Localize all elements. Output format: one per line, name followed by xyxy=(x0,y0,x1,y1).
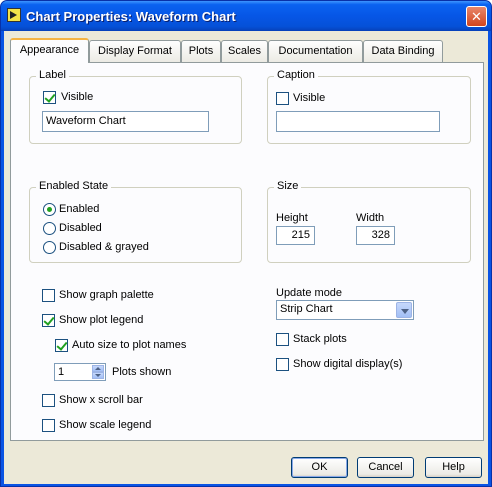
update-mode-select[interactable]: Strip Chart xyxy=(276,300,414,320)
spinner-up-icon[interactable] xyxy=(92,365,104,372)
auto-size-checkbox[interactable] xyxy=(55,339,68,352)
spinner-down-icon[interactable] xyxy=(92,372,104,379)
cancel-button[interactable]: Cancel xyxy=(357,457,414,478)
stack-plots-checkbox[interactable] xyxy=(276,333,289,346)
label-visible-label: Visible xyxy=(61,91,94,103)
caption-visible-label: Visible xyxy=(293,92,326,104)
chevron-down-icon[interactable] xyxy=(396,302,412,318)
plots-shown-spinner[interactable]: 1 xyxy=(54,363,106,381)
disabled-grayed-radio[interactable] xyxy=(43,241,56,254)
auto-size-label: Auto size to plot names xyxy=(72,339,187,351)
show-digital-display-label: Show digital display(s) xyxy=(293,358,403,370)
height-input[interactable]: 215 xyxy=(276,226,315,245)
size-group-title: Size xyxy=(274,180,302,192)
update-mode-value: Strip Chart xyxy=(280,303,333,315)
ok-button[interactable]: OK xyxy=(291,457,348,478)
show-x-scroll-bar-label: Show x scroll bar xyxy=(59,394,143,406)
enabled-radio[interactable] xyxy=(43,203,56,216)
width-input[interactable]: 328 xyxy=(356,226,395,245)
tab-documentation[interactable]: Documentation xyxy=(268,40,363,62)
stack-plots-label: Stack plots xyxy=(293,333,347,345)
label-visible-checkbox[interactable] xyxy=(43,91,56,104)
tab-data-binding[interactable]: Data Binding xyxy=(363,40,443,62)
labview-app-icon xyxy=(7,8,21,22)
show-x-scroll-bar-checkbox[interactable] xyxy=(42,394,55,407)
show-scale-legend-label: Show scale legend xyxy=(59,419,152,431)
close-button[interactable]: ✕ xyxy=(466,6,487,27)
help-button[interactable]: Help xyxy=(425,457,482,478)
size-group: Size Height 215 Width 328 xyxy=(267,180,471,263)
title-bar[interactable]: Chart Properties: Waveform Chart ✕ xyxy=(1,1,491,31)
show-graph-palette-checkbox[interactable] xyxy=(42,289,55,302)
plots-shown-label: Plots shown xyxy=(112,366,172,378)
enabled-state-title: Enabled State xyxy=(36,180,112,192)
show-plot-legend-checkbox[interactable] xyxy=(42,314,55,327)
disabled-radio-label: Disabled xyxy=(59,222,102,234)
label-group-title: Label xyxy=(36,69,69,81)
disabled-radio[interactable] xyxy=(43,222,56,235)
dialog-client: Appearance Display Format Plots Scales D… xyxy=(4,31,488,484)
show-digital-display-checkbox[interactable] xyxy=(276,358,289,371)
update-mode-label: Update mode xyxy=(276,287,343,299)
width-label: Width xyxy=(356,212,385,224)
label-text-input[interactable]: Waveform Chart xyxy=(42,111,209,132)
height-label: Height xyxy=(276,212,308,224)
show-scale-legend-checkbox[interactable] xyxy=(42,419,55,432)
dialog-window: Chart Properties: Waveform Chart ✕ Appea… xyxy=(0,0,492,487)
caption-group: Caption Visible xyxy=(267,69,471,144)
plots-shown-value: 1 xyxy=(58,366,65,378)
appearance-panel: Label Visible Waveform Chart Caption Vis… xyxy=(10,62,484,441)
tab-display-format[interactable]: Display Format xyxy=(89,40,181,62)
show-graph-palette-label: Show graph palette xyxy=(59,289,154,301)
label-group: Label Visible Waveform Chart xyxy=(29,69,242,144)
disabled-grayed-radio-label: Disabled & grayed xyxy=(59,241,149,253)
caption-text-input[interactable] xyxy=(276,111,440,132)
enabled-state-group: Enabled State Enabled Disabled Disabled … xyxy=(29,180,242,263)
tab-scales[interactable]: Scales xyxy=(221,40,268,62)
enabled-radio-label: Enabled xyxy=(59,203,100,215)
window-title: Chart Properties: Waveform Chart xyxy=(26,9,236,24)
tab-plots[interactable]: Plots xyxy=(181,40,221,62)
tab-appearance[interactable]: Appearance xyxy=(10,38,89,63)
show-plot-legend-label: Show plot legend xyxy=(59,314,144,326)
caption-visible-checkbox[interactable] xyxy=(276,92,289,105)
caption-group-title: Caption xyxy=(274,69,318,81)
